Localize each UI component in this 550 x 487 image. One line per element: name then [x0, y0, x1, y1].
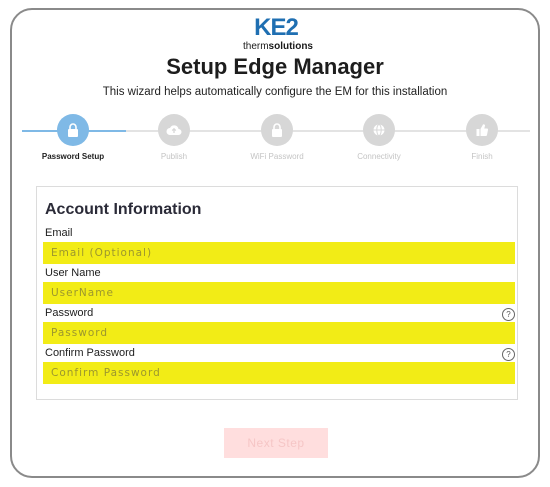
username-label: User Name [45, 267, 101, 279]
wizard-stepper: Password Setup Publish WiFi Password Con… [22, 112, 530, 172]
next-step-button[interactable]: Next Step [224, 428, 328, 458]
password-field[interactable] [43, 322, 515, 344]
step-connectivity[interactable]: Connectivity [324, 112, 434, 172]
cloud-upload-icon [158, 114, 190, 146]
step-password-setup[interactable]: Password Setup [18, 112, 128, 172]
step-finish[interactable]: Finish [427, 112, 537, 172]
password-label: Password [45, 307, 94, 319]
step-label: Finish [471, 152, 493, 161]
page-subtitle: This wizard helps automatically configur… [102, 86, 448, 98]
username-field[interactable] [43, 282, 515, 304]
lock-icon [57, 114, 89, 146]
lock-icon [261, 114, 293, 146]
confirm-password-help-icon[interactable]: ? [502, 348, 515, 361]
page-title: Setup Edge Manager [166, 54, 384, 79]
step-label: Connectivity [357, 152, 401, 161]
step-publish[interactable]: Publish [119, 112, 229, 172]
confirm-password-label: Confirm Password [45, 347, 135, 359]
step-label: Password Setup [41, 152, 105, 161]
step-wifi-password[interactable]: WiFi Password [222, 112, 332, 172]
account-information-card: Account Information Email User Name Pass… [36, 186, 518, 400]
logo-mark: KE2 [254, 14, 299, 41]
card-title: Account Information [45, 201, 202, 218]
confirm-password-field[interactable] [43, 362, 515, 384]
thumbs-up-icon [466, 114, 498, 146]
email-field[interactable] [43, 242, 515, 264]
logo-tagline: thermsolutions [242, 41, 313, 52]
email-label: Email [45, 227, 73, 239]
password-help-icon[interactable]: ? [502, 308, 515, 321]
step-label: WiFi Password [250, 152, 304, 161]
ke2-logo: KE2 thermsolutions [232, 14, 320, 56]
globe-icon [363, 114, 395, 146]
step-label: Publish [160, 152, 188, 161]
